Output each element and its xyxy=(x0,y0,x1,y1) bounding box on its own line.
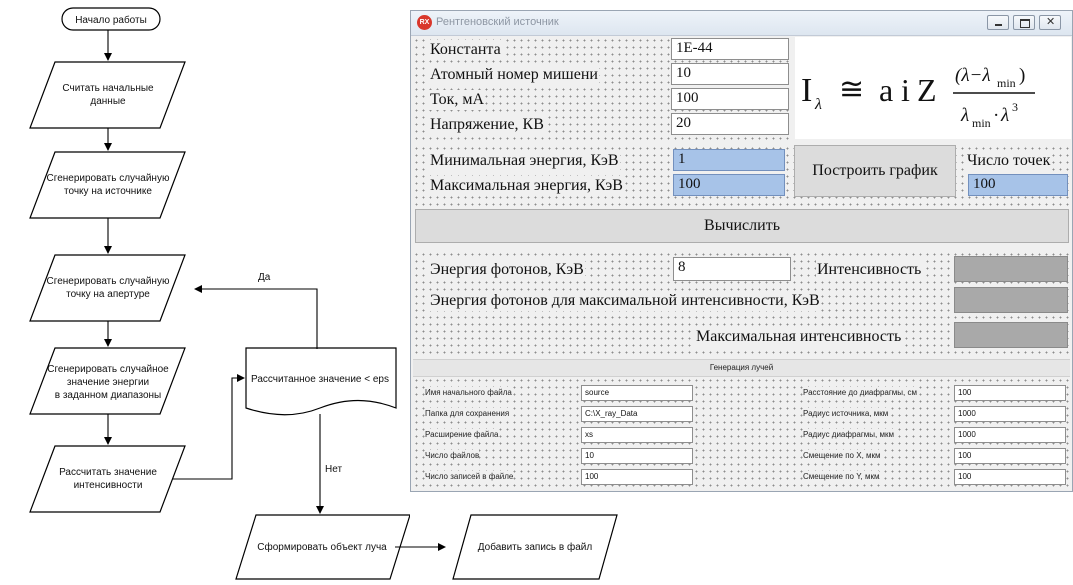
max-intensity-label: Максимальная интенсивность xyxy=(695,327,903,347)
current-label: Ток, мА xyxy=(429,90,486,110)
svg-text:3: 3 xyxy=(1012,100,1018,114)
svg-text:Считать начальные: Считать начальные xyxy=(62,83,154,94)
records-per-file-input[interactable]: 100 xyxy=(581,469,693,485)
calc-intensity-block: Рассчитать значение интенсивности xyxy=(29,445,186,513)
app-icon: RX xyxy=(417,15,432,30)
max-intensity-energy-output xyxy=(954,287,1068,313)
svg-text:данные: данные xyxy=(90,96,126,107)
svg-text:Добавить запись в файл: Добавить запись в файл xyxy=(478,541,593,553)
svg-text:интенсивности: интенсивности xyxy=(74,480,143,491)
svg-text:Z: Z xyxy=(917,72,937,108)
diaphragm-distance-input[interactable]: 100 xyxy=(954,385,1066,401)
max-intensity-output xyxy=(954,322,1068,348)
svg-text:): ) xyxy=(1019,65,1025,86)
file-extension-input[interactable]: xs xyxy=(581,427,693,443)
max-energy-input[interactable]: 100 xyxy=(673,174,785,196)
ray-left-label-2: Расширение файла xyxy=(425,429,499,441)
svg-text:λ: λ xyxy=(1000,105,1009,126)
ray-left-label-3: Число файлов xyxy=(425,450,480,462)
flowchart-tail: Добавить запись в файл xyxy=(395,514,618,580)
no-label: Нет xyxy=(325,464,342,475)
formula-graphic: I λ ≅ a i Z (λ−λ min ) λ min · λ 3 xyxy=(801,65,1035,130)
svg-text:в заданном диапазоны: в заданном диапазоны xyxy=(55,390,161,401)
source-radius-input[interactable]: 1000 xyxy=(954,406,1066,422)
points-label: Число точек xyxy=(966,151,1052,171)
plot-button[interactable]: Построить график xyxy=(794,145,956,197)
svg-text:Сгенерировать случайное: Сгенерировать случайное xyxy=(47,364,169,375)
atomic-number-label: Атомный номер мишени xyxy=(429,65,599,85)
ray-left-label-0: Имя начального файла xyxy=(425,387,512,399)
svg-text:min: min xyxy=(997,76,1016,90)
diaphragm-radius-input[interactable]: 1000 xyxy=(954,427,1066,443)
photon-energy-label: Энергия фотонов, КэВ xyxy=(429,260,585,280)
svg-text:значение энергии: значение энергии xyxy=(67,377,149,388)
minimize-button[interactable] xyxy=(987,15,1009,30)
svg-text:Сформировать объект луча: Сформировать объект луча xyxy=(257,541,387,553)
svg-text:·: · xyxy=(993,105,999,126)
form-ray-block: Сформировать объект луча xyxy=(235,514,410,580)
maximize-icon xyxy=(1020,19,1030,28)
svg-text:(λ−λ: (λ−λ xyxy=(955,65,991,86)
svg-text:a: a xyxy=(879,72,893,108)
min-energy-label: Минимальная энергия, КэВ xyxy=(429,151,620,171)
svg-text:i: i xyxy=(901,72,910,108)
svg-text:Рассчитать значение: Рассчитать значение xyxy=(59,467,157,478)
gen-source-point-block: Сгенерировать случайную точку на источни… xyxy=(29,151,186,219)
add-record-block: Добавить запись в файл xyxy=(452,514,618,580)
voltage-label: Напряжение, КВ xyxy=(429,115,545,135)
offset-x-input[interactable]: 100 xyxy=(954,448,1066,464)
svg-text:Рассчитанное значение < eps: Рассчитанное значение < eps xyxy=(251,374,389,385)
yes-label: Да xyxy=(258,272,271,283)
close-icon: ✕ xyxy=(1046,16,1056,28)
min-energy-input[interactable]: 1 xyxy=(673,149,785,171)
max-intensity-energy-label: Энергия фотонов для максимальной интенси… xyxy=(429,291,821,311)
gen-aperture-point-block: Сгенерировать случайную точку на апертур… xyxy=(29,254,186,322)
ray-right-label-0: Расстояние до диафрагмы, см xyxy=(803,387,917,399)
minimize-icon xyxy=(995,24,1002,26)
svg-text:≅: ≅ xyxy=(839,73,864,106)
svg-text:Сгенерировать случайную: Сгенерировать случайную xyxy=(47,276,170,287)
intensity-label: Интенсивность xyxy=(816,260,923,280)
svg-text:λ: λ xyxy=(814,96,822,113)
close-button[interactable]: ✕ xyxy=(1039,15,1061,30)
svg-text:λ: λ xyxy=(960,105,969,126)
max-energy-label: Максимальная энергия, КэВ xyxy=(429,176,624,196)
maximize-button[interactable] xyxy=(1013,15,1035,30)
photon-energy-input[interactable]: 8 xyxy=(673,257,791,281)
ray-right-label-1: Радиус источника, мкм xyxy=(803,408,889,420)
constant-label: Константа xyxy=(429,40,502,60)
constant-input[interactable]: 1E-44 xyxy=(671,38,789,60)
start-label: Начало работы xyxy=(75,14,147,26)
svg-text:Сгенерировать случайную: Сгенерировать случайную xyxy=(47,173,170,184)
condition-block: Рассчитанное значение < eps xyxy=(245,347,397,416)
points-input[interactable]: 100 xyxy=(968,174,1068,196)
xray-source-window: RX Рентгеновский источник ✕ Константа 1E… xyxy=(410,10,1073,492)
ray-right-label-3: Смещение по X, мкм xyxy=(803,450,881,462)
ray-right-label-4: Смещение по Y, мкм xyxy=(803,471,880,483)
ray-right-label-2: Радиус диафрагмы, мкм xyxy=(803,429,894,441)
svg-text:I: I xyxy=(801,72,812,109)
source-filename-input[interactable]: source xyxy=(581,385,693,401)
svg-text:min: min xyxy=(972,116,991,130)
compute-button[interactable]: Вычислить xyxy=(415,209,1069,243)
intensity-formula: I λ ≅ a i Z (λ−λ min ) λ min · λ 3 xyxy=(795,37,1071,139)
current-input[interactable]: 100 xyxy=(671,88,789,110)
offset-y-input[interactable]: 100 xyxy=(954,469,1066,485)
svg-text:точку на апертуре: точку на апертуре xyxy=(66,289,150,300)
file-count-input[interactable]: 10 xyxy=(581,448,693,464)
title-bar: RX Рентгеновский источник ✕ xyxy=(411,11,1072,36)
ray-generation-header: Генерация лучей xyxy=(413,359,1070,377)
svg-text:точку на источнике: точку на источнике xyxy=(64,186,152,197)
voltage-input[interactable]: 20 xyxy=(671,113,789,135)
ray-left-label-4: Число записей в файле xyxy=(425,471,514,483)
flowchart: Начало работы Считать начальные данные С… xyxy=(29,7,410,580)
read-data-block: Считать начальные данные xyxy=(29,61,186,129)
atomic-number-input[interactable]: 10 xyxy=(671,63,789,85)
save-folder-input[interactable]: C:\X_ray_Data xyxy=(581,406,693,422)
window-title: Рентгеновский источник xyxy=(436,16,559,28)
ray-left-label-1: Папка для сохранения xyxy=(425,408,510,420)
intensity-output xyxy=(954,256,1068,282)
gen-energy-block: Сгенерировать случайное значение энергии… xyxy=(29,347,186,415)
